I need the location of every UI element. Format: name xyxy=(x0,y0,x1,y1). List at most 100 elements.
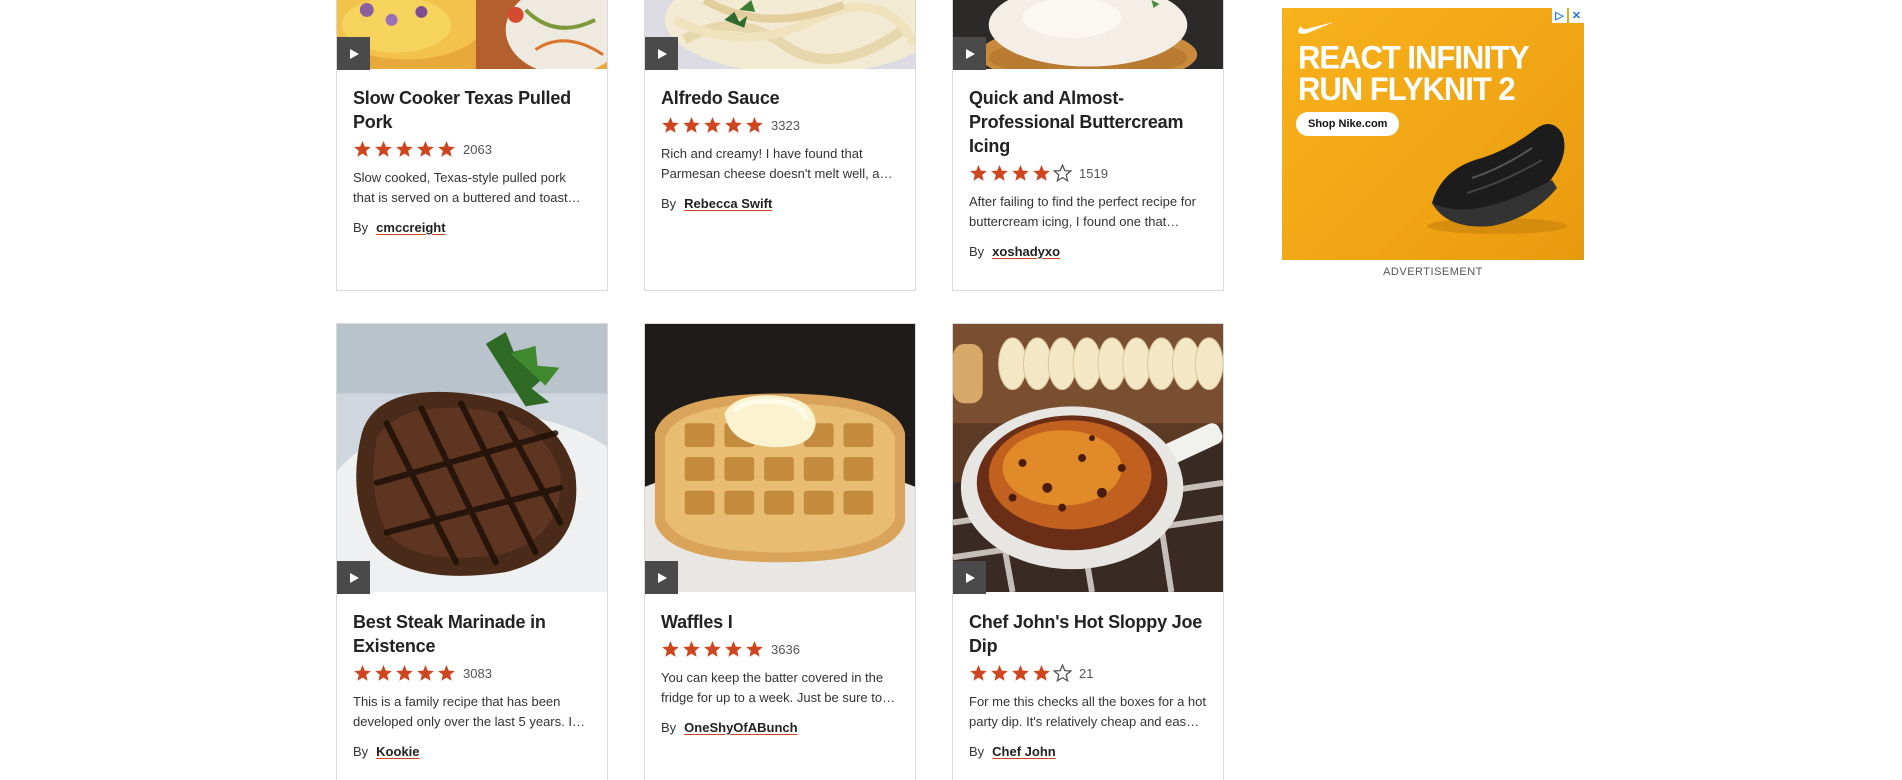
play-icon xyxy=(657,572,667,583)
recipe-image[interactable] xyxy=(953,324,1223,594)
fettuccine-alfredo-photo xyxy=(645,0,915,70)
author-link[interactable]: xoshadyxo xyxy=(992,244,1060,259)
star-rating xyxy=(353,664,456,682)
star-filled-icon xyxy=(375,665,392,681)
star-rating xyxy=(661,640,764,658)
star-filled-icon xyxy=(417,665,434,681)
by-label: By xyxy=(661,196,677,211)
star-filled-icon xyxy=(396,141,413,157)
recipe-description: You can keep the batter covered in the f… xyxy=(661,670,896,705)
recipe-card[interactable]: Waffles I 3636 You can keep the batter c… xyxy=(644,323,916,780)
recipe-image[interactable] xyxy=(645,324,915,594)
advertisement-banner[interactable]: ▷ ✕ REACT INFINITY RUN FLYKNIT 2 Shop Ni… xyxy=(1282,8,1584,260)
recipe-card[interactable]: Slow Cooker Texas Pulled Pork 2063 Slow … xyxy=(336,0,608,291)
star-filled-icon xyxy=(375,141,392,157)
recipe-title[interactable]: Slow Cooker Texas Pulled Pork xyxy=(353,86,591,134)
frosted-cupcake-photo xyxy=(953,0,1223,70)
recipe-byline: By xoshadyxo xyxy=(969,244,1207,259)
star-filled-icon xyxy=(438,665,455,681)
play-icon xyxy=(965,572,975,583)
play-icon xyxy=(349,48,359,59)
recipe-card[interactable]: Chef John's Hot Sloppy Joe Dip 21 For me… xyxy=(952,323,1224,780)
recipe-title[interactable]: Quick and Almost-Professional Buttercrea… xyxy=(969,86,1207,158)
by-label: By xyxy=(969,244,985,259)
recipe-image[interactable] xyxy=(337,324,607,594)
grilled-steak-photo xyxy=(337,324,607,592)
recipe-byline: By Kookie xyxy=(353,744,591,759)
play-video-button[interactable] xyxy=(337,561,370,594)
recipe-description: After failing to find the perfect recipe… xyxy=(969,194,1196,229)
star-empty-icon xyxy=(1053,664,1072,682)
recipe-card[interactable]: Quick and Almost-Professional Buttercrea… xyxy=(952,0,1224,291)
author-link[interactable]: OneShyOfABunch xyxy=(684,720,797,735)
author-link[interactable]: Chef John xyxy=(992,744,1056,759)
waffle-with-butter-photo xyxy=(645,324,915,592)
star-filled-icon xyxy=(438,141,455,157)
star-filled-icon xyxy=(991,665,1008,681)
nike-swoosh-icon xyxy=(1298,22,1334,34)
author-link[interactable]: Rebecca Swift xyxy=(684,196,772,211)
recipe-description: Slow cooked, Texas-style pulled pork tha… xyxy=(353,170,581,205)
recipe-card[interactable]: Alfredo Sauce 3323 Rich and creamy! I ha… xyxy=(644,0,916,291)
star-rating xyxy=(969,664,1072,682)
star-filled-icon xyxy=(970,665,987,681)
star-filled-icon xyxy=(354,141,371,157)
author-link[interactable]: cmccreight xyxy=(376,220,445,235)
recipe-title[interactable]: Alfredo Sauce xyxy=(661,86,899,110)
recipe-rating: 1519 xyxy=(969,164,1207,182)
star-filled-icon xyxy=(704,117,721,133)
star-filled-icon xyxy=(704,641,721,657)
recipe-description: This is a family recipe that has been de… xyxy=(353,694,585,729)
recipe-title[interactable]: Waffles I xyxy=(661,610,899,634)
star-filled-icon xyxy=(354,665,371,681)
star-filled-icon xyxy=(683,117,700,133)
play-icon xyxy=(965,48,975,59)
recipe-rating: 2063 xyxy=(353,140,591,158)
recipe-rating: 21 xyxy=(969,664,1207,682)
star-filled-icon xyxy=(746,117,763,133)
rating-count: 3323 xyxy=(771,117,800,133)
recipe-image[interactable] xyxy=(645,0,915,70)
star-filled-icon xyxy=(396,665,413,681)
play-icon xyxy=(349,572,359,583)
by-label: By xyxy=(353,744,369,759)
star-rating xyxy=(969,164,1072,182)
recipe-rating: 3636 xyxy=(661,640,899,658)
by-label: By xyxy=(353,220,369,235)
ad-controls: ▷ ✕ xyxy=(1552,8,1584,23)
by-label: By xyxy=(661,720,677,735)
star-filled-icon xyxy=(662,117,679,133)
star-filled-icon xyxy=(1033,165,1050,181)
recipe-rating: 3323 xyxy=(661,116,899,134)
play-icon xyxy=(657,48,667,59)
ad-shop-button[interactable]: Shop Nike.com xyxy=(1296,112,1400,136)
ad-headline-line2: RUN FLYKNIT 2 xyxy=(1298,70,1516,108)
recipe-description: For me this checks all the boxes for a h… xyxy=(969,694,1206,729)
recipe-byline: By Chef John xyxy=(969,744,1207,759)
recipe-title[interactable]: Best Steak Marinade in Existence xyxy=(353,610,591,658)
author-link[interactable]: Kookie xyxy=(376,744,419,759)
recipe-byline: By OneShyOfABunch xyxy=(661,720,899,735)
recipe-card[interactable]: Best Steak Marinade in Existence 3083 Th… xyxy=(336,323,608,780)
close-icon[interactable]: ✕ xyxy=(1569,8,1584,23)
ad-headline-line1: REACT INFINITY xyxy=(1298,39,1530,77)
by-label: By xyxy=(969,744,985,759)
play-video-button[interactable] xyxy=(645,37,678,70)
play-video-button[interactable] xyxy=(337,37,370,70)
recipe-image[interactable] xyxy=(337,0,607,70)
star-filled-icon xyxy=(991,165,1008,181)
recipe-image[interactable] xyxy=(953,0,1223,70)
recipe-rating: 3083 xyxy=(353,664,591,682)
recipe-title[interactable]: Chef John's Hot Sloppy Joe Dip xyxy=(969,610,1207,658)
sneaker-image xyxy=(1427,124,1567,234)
star-filled-icon xyxy=(683,641,700,657)
play-video-button[interactable] xyxy=(953,561,986,594)
play-video-button[interactable] xyxy=(953,37,986,70)
ad-headline: REACT INFINITY RUN FLYKNIT 2 xyxy=(1298,39,1530,108)
play-video-button[interactable] xyxy=(645,561,678,594)
recipe-description: Rich and creamy! I have found that Parme… xyxy=(661,146,893,181)
rating-count: 2063 xyxy=(463,141,492,157)
star-filled-icon xyxy=(725,641,742,657)
ad-choices-icon[interactable]: ▷ xyxy=(1552,8,1567,23)
corn-coleslaw-photo xyxy=(337,0,607,70)
